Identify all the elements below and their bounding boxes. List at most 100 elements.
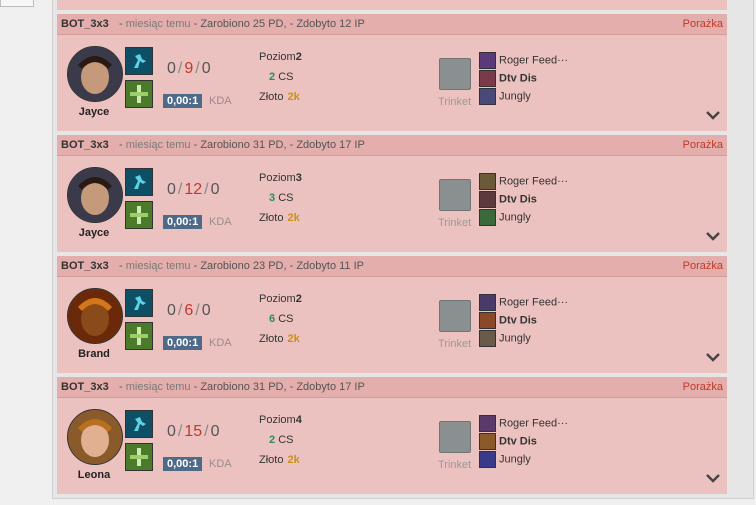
gold-value: 2k [287, 91, 300, 103]
left-edge-widget [0, 0, 34, 7]
summoner-spell-ghost[interactable] [125, 289, 153, 317]
gold-row: Złoto 2k [259, 212, 300, 224]
trinket-slot[interactable] [439, 179, 471, 211]
kills: 0 [167, 181, 176, 198]
match-meta: - miesiąc temu - Zarobiono 31 PD, - Zdob… [119, 381, 365, 393]
team-player[interactable]: Jungly [479, 88, 568, 106]
kda-label: KDA [209, 216, 232, 228]
level-value: 2 [295, 51, 302, 63]
expand-chevron-icon[interactable] [705, 350, 721, 364]
trinket-slot[interactable] [439, 300, 471, 332]
cs-value: 3 [269, 192, 276, 204]
cs-value: 2 [269, 71, 276, 83]
champion-portrait[interactable] [67, 409, 123, 465]
match-meta: - miesiąc temu - Zarobiono 23 PD, - Zdob… [119, 260, 364, 272]
team-player[interactable]: Roger Feed··· [479, 52, 568, 70]
kda-score: 0/15/0 [167, 423, 220, 440]
cs-value: 6 [269, 313, 276, 325]
level-row: Poziom4 [259, 414, 302, 426]
trinket-label: Trinket [438, 96, 472, 108]
summoner-spell-heal[interactable] [125, 201, 153, 229]
match-card-1[interactable]: BOT_3x3 - miesiąc temu - Zarobiono 25 PD… [57, 14, 727, 131]
deaths: 12 [184, 181, 203, 198]
team-player[interactable]: Jungly [479, 209, 568, 227]
earned-pd: Zarobiono 25 PD, [200, 18, 287, 30]
champion-name: Jayce [78, 227, 110, 239]
match-stats: Poziom4 2 CS Złoto 2k [259, 414, 302, 474]
trinket-label: Trinket [438, 217, 472, 229]
trinket-label: Trinket [438, 459, 472, 471]
trinket-slot[interactable] [439, 58, 471, 90]
champion-icon-l [479, 451, 496, 468]
deaths: 15 [184, 423, 203, 440]
player-name: Roger Feed··· [499, 175, 569, 188]
match-card-2[interactable]: BOT_3x3 - miesiąc temu - Zarobiono 31 PD… [57, 135, 727, 252]
gold-value: 2k [287, 212, 300, 224]
champion-portrait[interactable] [67, 167, 123, 223]
summoner-spell-heal[interactable] [125, 443, 153, 471]
assists: 0 [210, 423, 220, 440]
match-header: BOT_3x3 - miesiąc temu - Zarobiono 31 PD… [57, 377, 727, 398]
champion-name: Jayce [78, 106, 110, 118]
team-player[interactable]: Jungly [479, 451, 568, 469]
player-name: Dtv Dis [499, 193, 537, 206]
deaths: 6 [184, 302, 194, 319]
team-player[interactable]: Roger Feed··· [479, 294, 568, 312]
team-players: Roger Feed··· Dtv Dis Jungly [479, 415, 568, 469]
summoner-spell-heal[interactable] [125, 80, 153, 108]
champion-portrait[interactable] [67, 288, 123, 344]
summoner-spell-ghost[interactable] [125, 47, 153, 75]
match-card-3[interactable]: BOT_3x3 - miesiąc temu - Zarobiono 23 PD… [57, 256, 727, 373]
match-stats: Poziom3 3 CS Złoto 2k [259, 172, 302, 232]
champion-icon-b [479, 70, 496, 87]
cs-value: 2 [269, 434, 276, 446]
game-mode: BOT_3x3 [61, 139, 109, 151]
match-result: Porażka [682, 260, 723, 272]
team-player[interactable]: Dtv Dis [479, 70, 568, 88]
champion-name: Brand [78, 348, 110, 360]
expand-chevron-icon[interactable] [705, 471, 721, 485]
team-player[interactable]: Dtv Dis [479, 191, 568, 209]
match-stats: Poziom2 2 CS Złoto 2k [259, 51, 302, 111]
match-stats: Poziom2 6 CS Złoto 2k [259, 293, 302, 353]
team-players: Roger Feed··· Dtv Dis Jungly [479, 52, 568, 106]
team-player[interactable]: Dtv Dis [479, 312, 568, 330]
game-mode: BOT_3x3 [61, 381, 109, 393]
match-card-4[interactable]: BOT_3x3 - miesiąc temu - Zarobiono 31 PD… [57, 377, 727, 494]
champion-icon-j [479, 415, 496, 432]
kda-ratio-badge: 0,00:1 [163, 457, 203, 471]
ghost-spell-icon [126, 48, 152, 74]
trinket-slot[interactable] [439, 421, 471, 453]
match-meta: - miesiąc temu - Zarobiono 31 PD, - Zdob… [119, 139, 365, 151]
team-player[interactable]: Jungly [479, 330, 568, 348]
ghost-spell-icon [126, 411, 152, 437]
gold-row: Złoto 2k [259, 91, 300, 103]
summoner-spell-ghost[interactable] [125, 410, 153, 438]
champion-icon-a [479, 52, 496, 69]
champion-portrait[interactable] [67, 46, 123, 102]
team-player[interactable]: Roger Feed··· [479, 415, 568, 433]
team-player[interactable]: Dtv Dis [479, 433, 568, 451]
expand-chevron-icon[interactable] [705, 229, 721, 243]
ghost-spell-icon [126, 290, 152, 316]
summoner-spell-heal[interactable] [125, 322, 153, 350]
ghost-spell-icon [126, 169, 152, 195]
expand-chevron-icon[interactable] [705, 108, 721, 122]
champion-icon-d [479, 173, 496, 190]
match-result: Porażka [682, 381, 723, 393]
team-player[interactable]: Roger Feed··· [479, 173, 568, 191]
deaths: 9 [184, 60, 194, 77]
earned-ip: Zdobyto 11 IP [296, 260, 364, 272]
heal-spell-icon [126, 81, 152, 107]
summoner-spell-ghost[interactable] [125, 168, 153, 196]
trinket-label: Trinket [438, 338, 472, 350]
kda-label: KDA [209, 458, 232, 470]
champion-icon-i [479, 330, 496, 347]
jayce-portrait-icon [68, 47, 122, 101]
player-name: Dtv Dis [499, 435, 537, 448]
assists: 0 [201, 60, 211, 77]
player-name: Dtv Dis [499, 72, 537, 85]
kills: 0 [167, 423, 176, 440]
kda-ratio-badge: 0,00:1 [163, 94, 203, 108]
cs-row: 3 CS [269, 192, 294, 204]
